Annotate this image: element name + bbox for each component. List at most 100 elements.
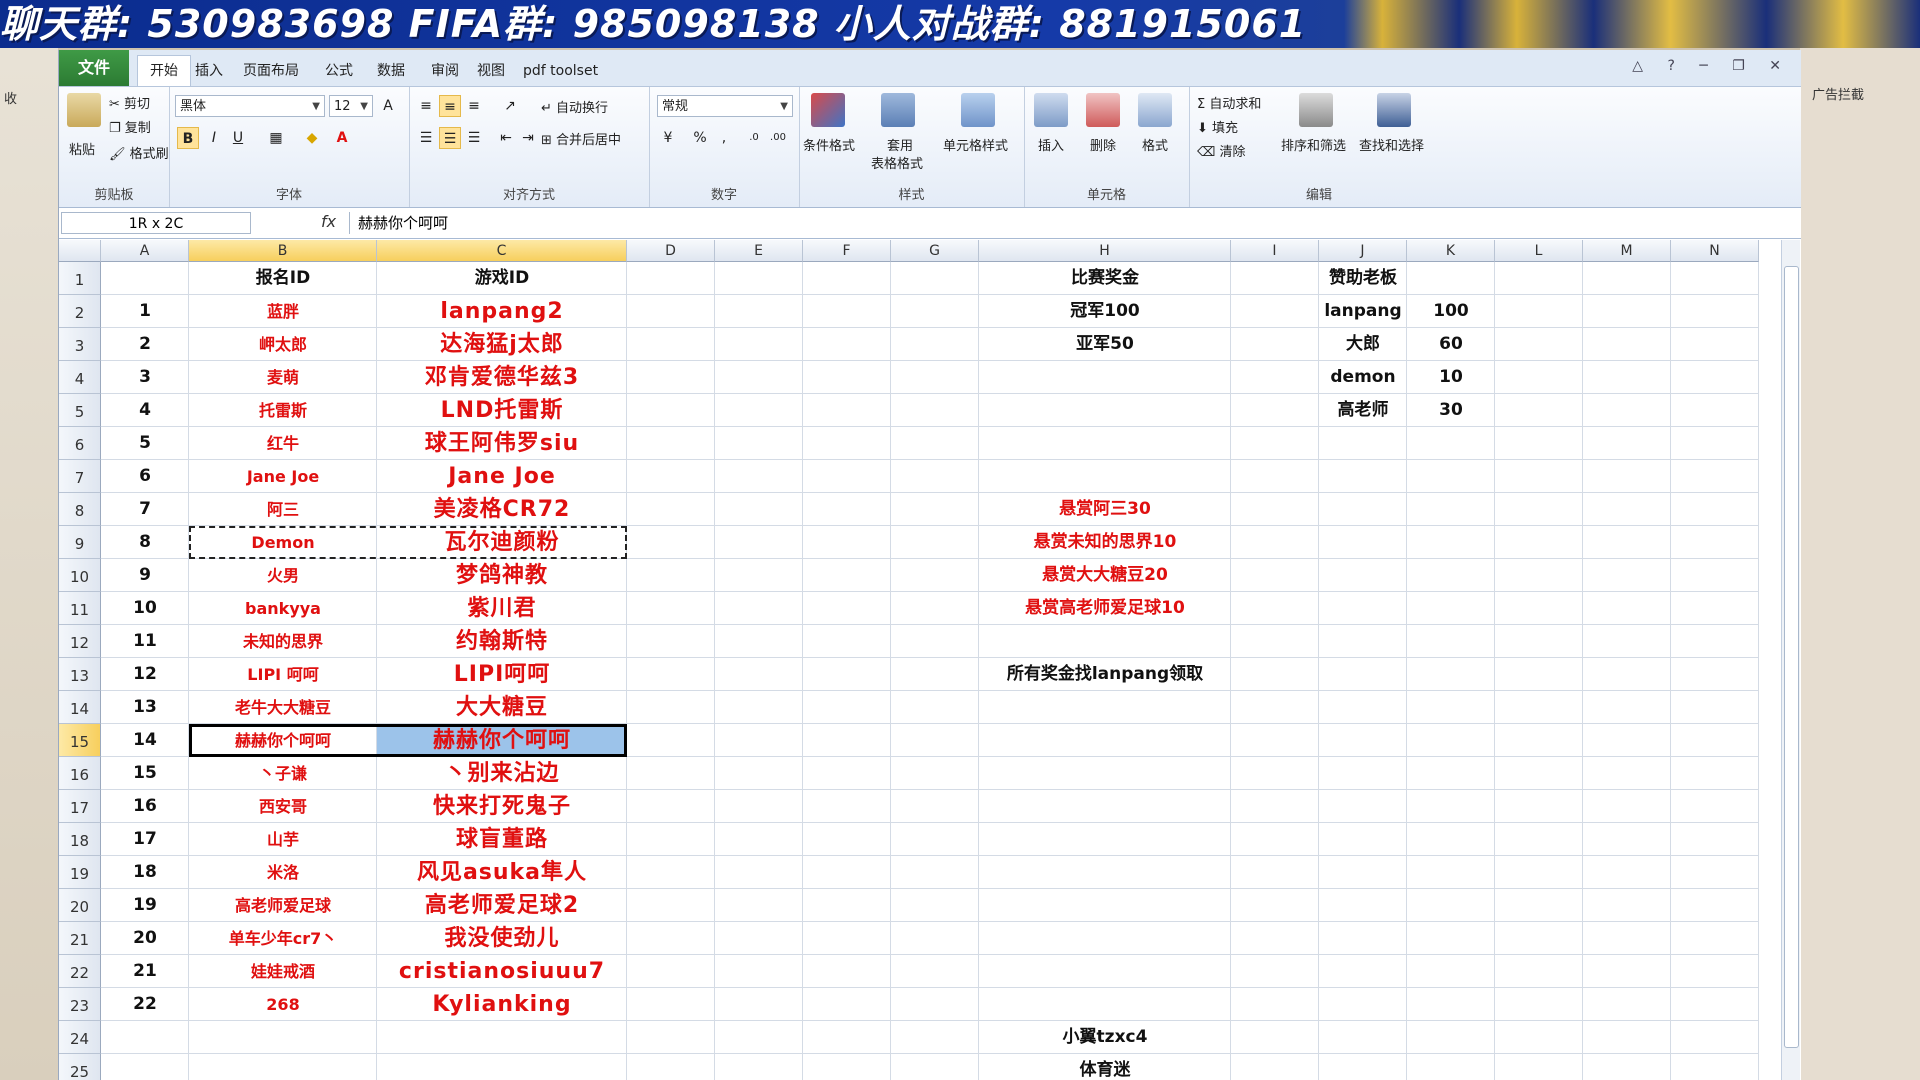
cell-B17[interactable]: 西安哥 bbox=[189, 790, 377, 823]
cell-B13[interactable]: LIPI 呵呵 bbox=[189, 658, 377, 691]
column-header-B[interactable]: B bbox=[189, 240, 377, 262]
file-tab[interactable]: 文件 bbox=[59, 50, 129, 86]
insert-cells-icon[interactable] bbox=[1034, 93, 1068, 127]
cell-C11[interactable]: 紫川君 bbox=[377, 592, 627, 625]
cell-B3[interactable]: 岬太郎 bbox=[189, 328, 377, 361]
decrease-decimal-icon[interactable]: .00 bbox=[767, 127, 789, 149]
row-header[interactable]: 23 bbox=[59, 988, 101, 1021]
insert-button[interactable]: 插入 bbox=[1038, 135, 1064, 154]
paste-button[interactable]: 粘贴 bbox=[69, 139, 95, 158]
table-format-label-1[interactable]: 套用 bbox=[887, 135, 913, 154]
row-header[interactable]: 25 bbox=[59, 1054, 101, 1080]
cell-H24[interactable]: 小翼tzxc4 bbox=[979, 1021, 1231, 1054]
cell-B6[interactable]: 红牛 bbox=[189, 427, 377, 460]
cell-C9[interactable]: 瓦尔迪颜粉 bbox=[377, 526, 627, 559]
tab-1[interactable]: 插入 bbox=[183, 56, 235, 86]
delete-button[interactable]: 删除 bbox=[1090, 135, 1116, 154]
column-header-M[interactable]: M bbox=[1583, 240, 1671, 262]
row-header[interactable]: 4 bbox=[59, 361, 101, 394]
cell-A5[interactable]: 4 bbox=[101, 394, 189, 427]
sort-filter-icon[interactable] bbox=[1299, 93, 1333, 127]
row-header[interactable]: 24 bbox=[59, 1021, 101, 1054]
fx-icon[interactable]: fx bbox=[321, 212, 336, 231]
find-select-button[interactable]: 查找和选择 bbox=[1359, 135, 1424, 154]
cell-B18[interactable]: 山芋 bbox=[189, 823, 377, 856]
cell-C16[interactable]: 丶别来沾边 bbox=[377, 757, 627, 790]
cell-C14[interactable]: 大大糖豆 bbox=[377, 691, 627, 724]
cell-C4[interactable]: 邓肯爱德华兹3 bbox=[377, 361, 627, 394]
column-header-E[interactable]: E bbox=[715, 240, 803, 262]
fill-color-icon[interactable]: ◆ bbox=[301, 127, 323, 149]
align-right-icon[interactable]: ☰ bbox=[463, 127, 485, 149]
cell-H10[interactable]: 悬赏大大糖豆20 bbox=[979, 559, 1231, 592]
cell-J5[interactable]: 高老师 bbox=[1319, 394, 1407, 427]
cell-A8[interactable]: 7 bbox=[101, 493, 189, 526]
conditional-format-button[interactable]: 条件格式 bbox=[803, 135, 855, 154]
row-header[interactable]: 1 bbox=[59, 262, 101, 295]
format-cells-icon[interactable] bbox=[1138, 93, 1172, 127]
column-header-N[interactable]: N bbox=[1671, 240, 1759, 262]
bold-button[interactable]: B bbox=[177, 127, 199, 149]
percent-icon[interactable]: % bbox=[689, 127, 711, 149]
sort-filter-button[interactable]: 排序和筛选 bbox=[1281, 135, 1346, 154]
cell-style-button[interactable]: 单元格样式 bbox=[943, 135, 1008, 154]
cell-A15[interactable]: 14 bbox=[101, 724, 189, 757]
cell-A17[interactable]: 16 bbox=[101, 790, 189, 823]
cell-B21[interactable]: 单车少年cr7丶 bbox=[189, 922, 377, 955]
cell-B5[interactable]: 托雷斯 bbox=[189, 394, 377, 427]
cell-J2[interactable]: lanpang bbox=[1319, 295, 1407, 328]
row-header[interactable]: 12 bbox=[59, 625, 101, 658]
row-header[interactable]: 8 bbox=[59, 493, 101, 526]
cell-B9[interactable]: Demon bbox=[189, 526, 377, 559]
cell-C12[interactable]: 约翰斯特 bbox=[377, 625, 627, 658]
select-all-corner[interactable] bbox=[59, 240, 101, 262]
cell-A22[interactable]: 21 bbox=[101, 955, 189, 988]
column-header-F[interactable]: F bbox=[803, 240, 891, 262]
column-header-L[interactable]: L bbox=[1495, 240, 1583, 262]
cell-B15[interactable]: 赫赫你个呵呵 bbox=[189, 724, 377, 757]
row-header[interactable]: 5 bbox=[59, 394, 101, 427]
cell-H3[interactable]: 亚军50 bbox=[979, 328, 1231, 361]
orientation-icon[interactable]: ↗ bbox=[499, 95, 521, 117]
cell-A9[interactable]: 8 bbox=[101, 526, 189, 559]
table-format-icon[interactable] bbox=[881, 93, 915, 127]
cell-A11[interactable]: 10 bbox=[101, 592, 189, 625]
wrap-text-button[interactable]: ↵ 自动换行 bbox=[541, 97, 608, 116]
cell-C3[interactable]: 达海猛j太郎 bbox=[377, 328, 627, 361]
cell-B19[interactable]: 米洛 bbox=[189, 856, 377, 889]
row-header[interactable]: 16 bbox=[59, 757, 101, 790]
decrease-indent-icon[interactable]: ⇤ bbox=[495, 127, 517, 149]
cell-A4[interactable]: 3 bbox=[101, 361, 189, 394]
cell-A7[interactable]: 6 bbox=[101, 460, 189, 493]
cell-J3[interactable]: 大郎 bbox=[1319, 328, 1407, 361]
tab-2[interactable]: 页面布局 bbox=[231, 56, 311, 86]
cell-A14[interactable]: 13 bbox=[101, 691, 189, 724]
cell-A19[interactable]: 18 bbox=[101, 856, 189, 889]
row-header[interactable]: 2 bbox=[59, 295, 101, 328]
cell-C23[interactable]: Kylianking bbox=[377, 988, 627, 1021]
grow-font-button[interactable]: A bbox=[377, 95, 399, 117]
merge-center-button[interactable]: ⊞ 合并后居中 bbox=[541, 129, 621, 148]
cell-B11[interactable]: bankyya bbox=[189, 592, 377, 625]
cell-H2[interactable]: 冠军100 bbox=[979, 295, 1231, 328]
fill-button[interactable]: ⬇ 填充 bbox=[1197, 117, 1238, 136]
cell-A13[interactable]: 12 bbox=[101, 658, 189, 691]
column-header-C[interactable]: C bbox=[377, 240, 627, 262]
cell-C20[interactable]: 高老师爱足球2 bbox=[377, 889, 627, 922]
cell-A16[interactable]: 15 bbox=[101, 757, 189, 790]
cell-C17[interactable]: 快来打死鬼子 bbox=[377, 790, 627, 823]
currency-icon[interactable]: ¥ bbox=[657, 127, 679, 149]
tab-3[interactable]: 公式 bbox=[313, 56, 365, 86]
cell-A12[interactable]: 11 bbox=[101, 625, 189, 658]
column-header-A[interactable]: A bbox=[101, 240, 189, 262]
align-left-icon[interactable]: ☰ bbox=[415, 127, 437, 149]
cell-B12[interactable]: 未知的思界 bbox=[189, 625, 377, 658]
cell-H8[interactable]: 悬赏阿三30 bbox=[979, 493, 1231, 526]
underline-button[interactable]: U bbox=[227, 127, 249, 149]
autosum-button[interactable]: Σ 自动求和 bbox=[1197, 93, 1261, 112]
cell-C7[interactable]: Jane Joe bbox=[377, 460, 627, 493]
cell-H9[interactable]: 悬赏未知的思界10 bbox=[979, 526, 1231, 559]
ad-block-label[interactable]: 广告拦截 bbox=[1812, 84, 1864, 103]
row-header[interactable]: 10 bbox=[59, 559, 101, 592]
cell-A23[interactable]: 22 bbox=[101, 988, 189, 1021]
